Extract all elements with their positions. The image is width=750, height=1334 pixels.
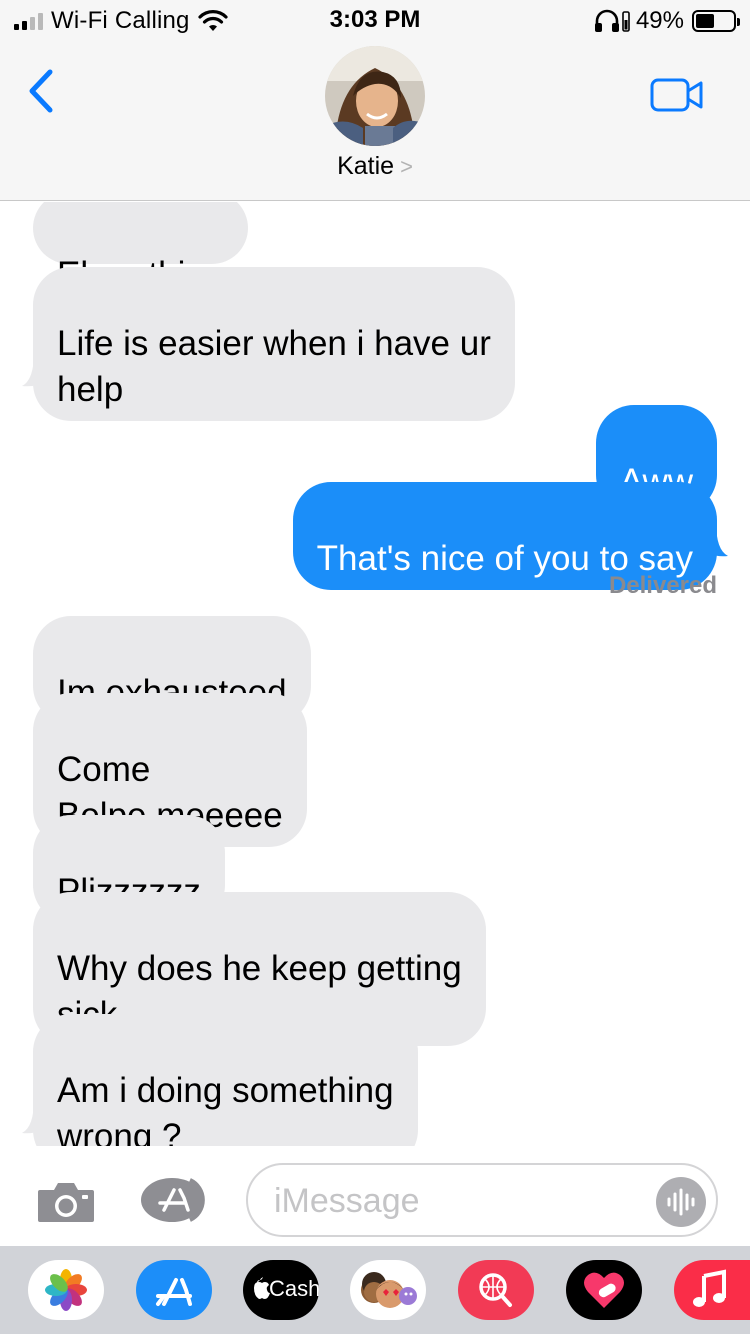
photos-app-button[interactable] bbox=[28, 1260, 104, 1320]
chevron-right-icon: > bbox=[400, 154, 413, 179]
waveform-icon bbox=[667, 1188, 695, 1216]
video-camera-icon bbox=[650, 78, 703, 112]
message-bubble-incoming[interactable]: Life is easier when i have ur help bbox=[33, 267, 515, 421]
compose-bar: iMessage bbox=[0, 1150, 750, 1246]
chevron-left-icon bbox=[29, 69, 53, 113]
app-drawer: Cash bbox=[0, 1246, 750, 1334]
message-text: Life is easier when i have ur help bbox=[57, 324, 491, 409]
heart-sticker-icon bbox=[584, 1272, 624, 1308]
battery-level bbox=[696, 14, 714, 28]
headphone-battery-icon bbox=[622, 11, 630, 32]
conversation-header: Katie > bbox=[0, 40, 750, 201]
sticker-app-button[interactable] bbox=[566, 1260, 642, 1320]
app-store-icon bbox=[141, 1178, 205, 1222]
memoji-icon bbox=[361, 1272, 417, 1308]
app-drawer-button[interactable] bbox=[138, 1176, 216, 1229]
cash-label: Cash bbox=[269, 1276, 319, 1301]
bubble-tail bbox=[22, 1099, 52, 1134]
facetime-video-button[interactable] bbox=[650, 78, 704, 117]
memoji-app-button[interactable] bbox=[350, 1260, 426, 1320]
status-bar: Wi-Fi Calling 3:03 PM 49% bbox=[0, 0, 750, 40]
music-app-button[interactable] bbox=[674, 1260, 750, 1320]
contact-name: Katie bbox=[337, 152, 395, 180]
headphones-icon bbox=[594, 9, 619, 32]
camera-icon bbox=[38, 1183, 94, 1222]
photos-icon bbox=[45, 1269, 87, 1311]
message-thread[interactable]: Eberything Life is easier when i have ur… bbox=[0, 202, 750, 1146]
apple-cash-app-button[interactable]: Cash bbox=[243, 1260, 319, 1320]
contact-name-button[interactable]: Katie > bbox=[0, 152, 750, 181]
bubble-tail bbox=[22, 352, 52, 387]
battery-icon bbox=[692, 10, 740, 32]
avatar-photo bbox=[325, 46, 425, 146]
battery-percent: 49% bbox=[635, 7, 684, 34]
music-icon bbox=[693, 1269, 726, 1307]
message-bubble-incoming[interactable]: Eberything bbox=[33, 202, 249, 294]
back-button[interactable] bbox=[26, 68, 66, 124]
status-right: 49% bbox=[594, 7, 740, 35]
imessage-input[interactable]: iMessage bbox=[246, 1163, 718, 1237]
input-placeholder: iMessage bbox=[274, 1182, 420, 1220]
contact-avatar[interactable] bbox=[325, 46, 425, 146]
bubble-tail bbox=[698, 522, 728, 557]
web-search-app-button[interactable] bbox=[458, 1260, 534, 1320]
search-globe-icon bbox=[479, 1273, 512, 1307]
audio-record-button[interactable] bbox=[656, 1177, 706, 1227]
app-store-icon bbox=[156, 1278, 192, 1306]
message-bubble-incoming[interactable]: Am i doing something wrong ? bbox=[33, 1014, 418, 1146]
delivered-status: Delivered bbox=[608, 572, 717, 599]
message-text: Am i doing something wrong ? bbox=[57, 1071, 394, 1146]
app-store-app-button[interactable] bbox=[136, 1260, 212, 1320]
camera-button[interactable] bbox=[36, 1180, 96, 1229]
